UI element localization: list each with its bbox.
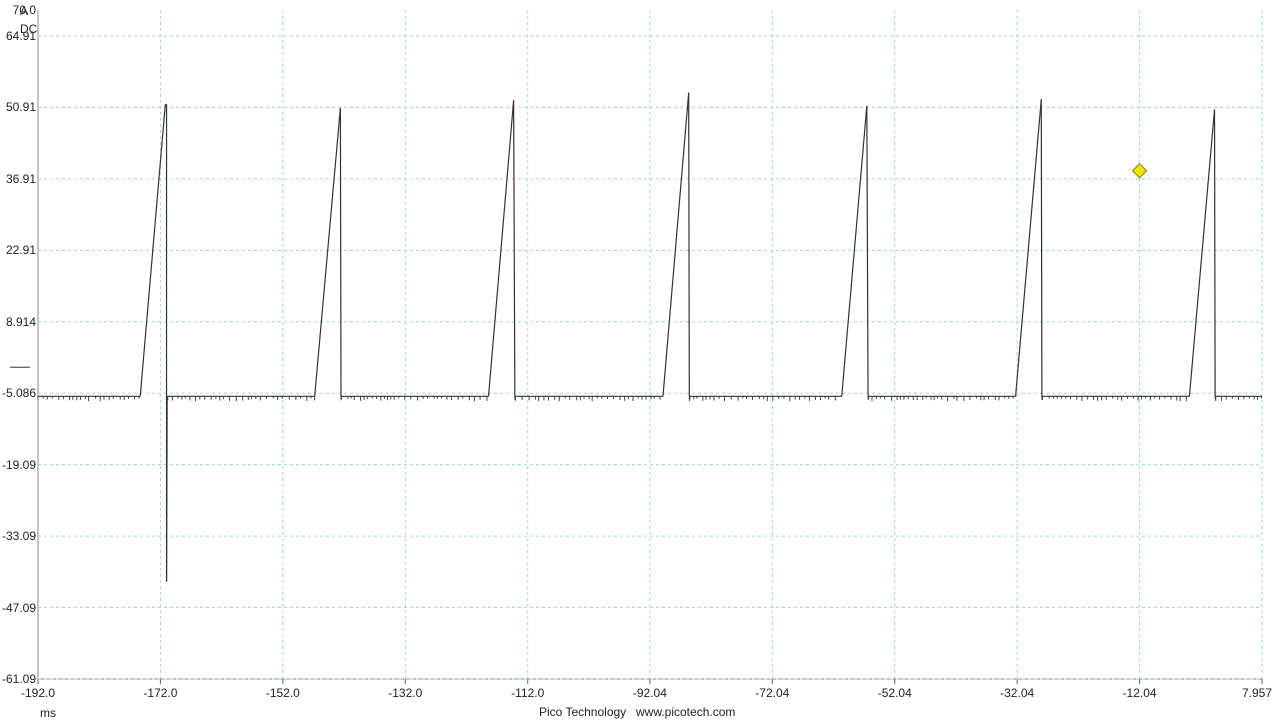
footer-brand: Pico Technology bbox=[539, 705, 627, 719]
x-unit-label: ms bbox=[40, 706, 56, 720]
trace-segment bbox=[314, 107, 341, 397]
y-tick-label: 36.91 bbox=[5, 171, 36, 186]
y-tick-label: -33.09 bbox=[1, 529, 36, 544]
footer-url: www.picotech.com bbox=[636, 705, 736, 719]
x-tick-label: -132.0 bbox=[388, 686, 423, 700]
x-tick-label: 7.957 bbox=[1241, 686, 1273, 700]
trace-segment bbox=[688, 92, 690, 397]
trace-segment bbox=[841, 105, 868, 397]
x-tick-label: -152.0 bbox=[265, 686, 300, 700]
y-tick-label: 22.91 bbox=[5, 243, 36, 258]
scope-view: A DC ms Pico Technology www.picotech.com… bbox=[0, 0, 1280, 720]
trace-segment bbox=[1188, 109, 1216, 397]
x-tick-label: -172.0 bbox=[143, 686, 178, 700]
y-tick-label: -19.09 bbox=[1, 457, 36, 472]
trace-segment bbox=[1040, 99, 1043, 397]
trace-segment bbox=[1014, 99, 1042, 397]
chart-plot[interactable] bbox=[0, 0, 1280, 720]
x-tick-label: -112.0 bbox=[511, 686, 545, 700]
y-tick-label: 64.91 bbox=[5, 28, 36, 43]
x-tick-label: -92.04 bbox=[632, 686, 667, 700]
x-tick-label: -52.04 bbox=[877, 686, 912, 700]
trace-segment bbox=[662, 92, 690, 397]
x-tick-label: -192.0 bbox=[20, 686, 56, 700]
y-tick-label: 70.0 bbox=[12, 3, 36, 17]
y-tick-label: -47.09 bbox=[1, 600, 36, 615]
trace-segment bbox=[165, 396, 168, 582]
trace-segment bbox=[1213, 109, 1216, 397]
trace-segment bbox=[866, 105, 869, 397]
x-tick-label: -12.04 bbox=[1122, 686, 1157, 700]
trace-segment bbox=[487, 100, 515, 397]
y-tick-label: 8.914 bbox=[5, 314, 36, 329]
x-tick-label: -72.04 bbox=[755, 686, 790, 700]
x-tick-label: -32.04 bbox=[1000, 686, 1035, 700]
ruler-marker-diamond bbox=[1131, 163, 1148, 179]
y-tick-label: 50.91 bbox=[5, 100, 36, 115]
trace-segment bbox=[139, 104, 166, 397]
trace-segment bbox=[339, 107, 342, 397]
y-tick-label: -5.086 bbox=[1, 386, 36, 401]
y-tick-label: -61.09 bbox=[1, 672, 36, 686]
trace-segment bbox=[513, 100, 516, 397]
